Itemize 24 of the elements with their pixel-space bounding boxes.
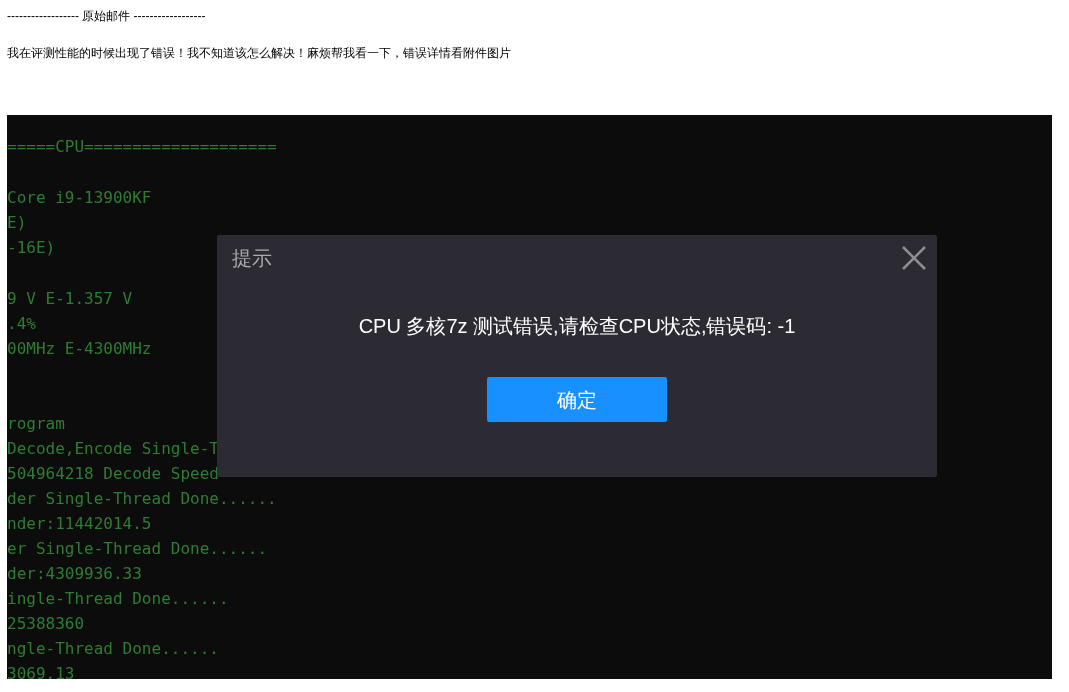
terminal-line: ingle-Thread Done...... bbox=[7, 588, 229, 610]
email-separator: ------------------ 原始邮件 ------------------ bbox=[7, 8, 207, 25]
terminal-line: er Single-Thread Done...... bbox=[7, 538, 268, 560]
terminal-line: 504964218 Decode Speed bbox=[7, 463, 219, 485]
terminal-line: Decode,Encode Single-T bbox=[7, 438, 219, 460]
terminal-line: der:4309936.33 bbox=[7, 563, 142, 585]
email-body: 我在评测性能的时候出现了错误！我不知道该怎么解决！麻烦帮我看一下，错误详情看附件图片 bbox=[7, 45, 512, 62]
terminal-line: nder:11442014.5 bbox=[7, 513, 152, 535]
terminal-line: der Single-Thread Done...... bbox=[7, 488, 277, 510]
dialog-title: 提示 bbox=[232, 246, 272, 271]
terminal-line: 00MHz E-4300MHz bbox=[7, 338, 152, 360]
terminal-line: -16E) bbox=[7, 237, 56, 259]
terminal-line: 25388360 bbox=[7, 613, 85, 635]
confirm-button[interactable]: 确定 bbox=[487, 377, 667, 422]
terminal-line: 9 V E-1.357 V bbox=[7, 288, 133, 310]
terminal-line: =====CPU==================== bbox=[7, 136, 277, 158]
terminal-line: .4% bbox=[7, 313, 36, 335]
terminal-line: E) bbox=[7, 212, 27, 234]
terminal-line: rogram bbox=[7, 413, 65, 435]
terminal-line: 3069.13 bbox=[7, 663, 75, 679]
terminal-line: Core i9-13900KF bbox=[7, 187, 152, 209]
dialog-message: CPU 多核7z 测试错误,请检查CPU状态,错误码: -1 bbox=[357, 314, 797, 339]
terminal-line: ngle-Thread Done...... bbox=[7, 638, 219, 660]
close-icon[interactable] bbox=[901, 245, 927, 271]
